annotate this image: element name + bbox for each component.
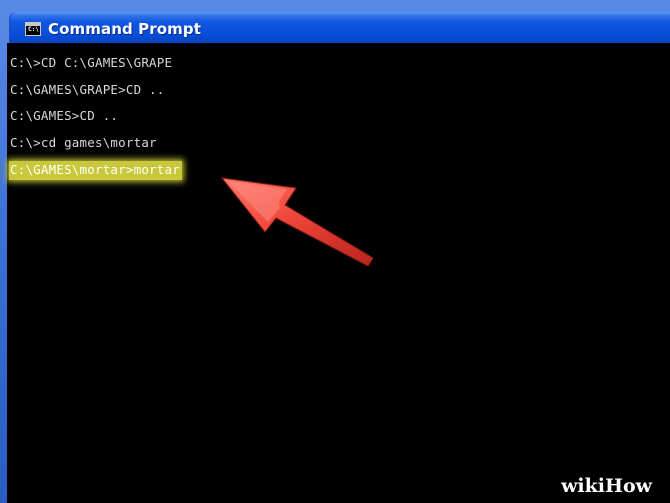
cmd-icon[interactable]: C:\ — [25, 22, 41, 36]
cmd-icon-text: C:\ — [28, 26, 39, 33]
console-line: C:\GAMES>CD .. — [10, 108, 119, 124]
desktop-background: C:\ Command Prompt C:\>CD C:\GAMES\GRAPE… — [0, 0, 670, 503]
console-line-highlighted: C:\GAMES\mortar>mortar — [9, 161, 182, 181]
console-output[interactable]: C:\>CD C:\GAMES\GRAPE C:\GAMES\GRAPE>CD … — [7, 43, 670, 503]
console-line: C:\>CD C:\GAMES\GRAPE — [10, 55, 173, 70]
window-titlebar[interactable]: C:\ Command Prompt — [10, 12, 670, 46]
console-line: C:\GAMES\GRAPE>CD .. — [10, 81, 165, 97]
window-title: Command Prompt — [48, 20, 201, 38]
console-line: C:\>cd games\mortar — [10, 134, 157, 150]
wikihow-watermark: wikiHow — [561, 475, 652, 497]
